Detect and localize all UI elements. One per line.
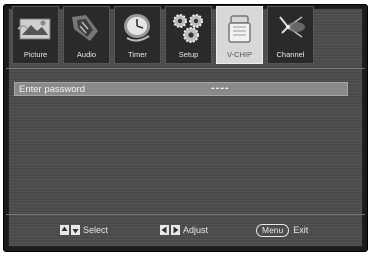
footer-help: Select Adjust Menu Exit [0, 222, 371, 238]
menu-tabs: Picture Audio Timer Setup V-CHIP Channel [6, 6, 365, 64]
tab-label: Setup [178, 50, 199, 59]
password-row[interactable]: Enter password ---- [14, 82, 348, 96]
adjust-hint: Adjust [160, 222, 208, 238]
password-label: Enter password [19, 84, 86, 95]
menu-key-icon: Menu [256, 223, 290, 237]
tab-setup[interactable]: Setup [165, 6, 212, 64]
tab-label: Timer [128, 50, 147, 59]
divider [6, 68, 365, 69]
tab-channel[interactable]: Channel [267, 6, 314, 64]
tab-label: V-CHIP [226, 50, 252, 59]
channel-icon [279, 16, 305, 38]
tab-label: Channel [276, 50, 305, 59]
left-right-arrows-icon [160, 225, 180, 235]
vchip-icon [228, 15, 251, 43]
tab-audio[interactable]: Audio [63, 6, 110, 64]
password-field[interactable]: ---- [211, 82, 230, 94]
select-label: Select [83, 225, 109, 235]
tab-label: Audio [76, 50, 97, 59]
picture-icon [17, 18, 51, 40]
tab-picture[interactable]: Picture [12, 6, 59, 64]
exit-label: Exit [293, 225, 309, 235]
up-down-arrows-icon [60, 225, 80, 235]
setup-icon [173, 14, 203, 43]
audio-icon [72, 15, 98, 41]
tab-vchip[interactable]: V-CHIP [216, 6, 263, 64]
tab-timer[interactable]: Timer [114, 6, 161, 64]
exit-hint: Menu Exit [256, 222, 308, 238]
adjust-label: Adjust [183, 225, 209, 235]
tab-label: Picture [23, 50, 48, 59]
timer-icon [124, 14, 150, 42]
select-hint: Select [60, 222, 108, 238]
footer-divider [6, 214, 365, 215]
